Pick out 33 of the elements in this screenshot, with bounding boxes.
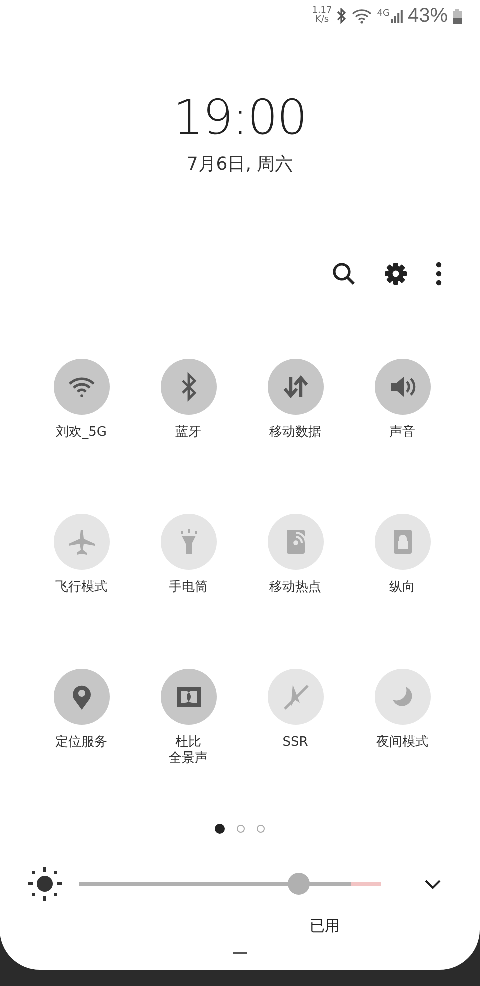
signal-icon: [390, 9, 403, 23]
more-icon[interactable]: [436, 262, 442, 286]
network-speed: 1.17 K/s: [312, 7, 332, 25]
page-dot[interactable]: [237, 825, 245, 833]
tile-label: 全景声: [169, 751, 208, 767]
tile-label: 定位服务: [56, 735, 108, 751]
tile-label: 飞行模式: [56, 580, 108, 596]
usage-text: 已用: [310, 917, 340, 936]
wifi-icon: [352, 8, 372, 24]
tile-label: SSR: [282, 735, 308, 751]
tile-label: 声音: [390, 425, 416, 441]
tile-label: 手电筒: [169, 580, 208, 596]
tile-label: 移动数据: [270, 425, 322, 441]
airplane-icon: [66, 527, 96, 557]
page-dot[interactable]: [215, 824, 225, 834]
tile-label: 刘欢_5G: [56, 425, 107, 441]
page-dot[interactable]: [257, 825, 265, 833]
clock-date: 7月6日, 周六: [186, 153, 294, 176]
chevron-down-icon[interactable]: [424, 878, 442, 890]
drag-handle[interactable]: [233, 952, 247, 954]
network-type: 4G: [377, 9, 390, 19]
battery-icon: [453, 8, 462, 24]
clock-time: 19:00: [173, 90, 307, 146]
tile-label: 纵向: [390, 580, 416, 596]
tile-label: 移动热点: [270, 580, 322, 596]
slider-thumb[interactable]: [288, 873, 310, 895]
battery-percent: 43%: [408, 4, 448, 28]
search-icon[interactable]: [332, 262, 356, 286]
tile-label: 夜间模式: [376, 735, 428, 751]
tile-label: 蓝牙: [176, 425, 202, 441]
tile-label: 杜比: [176, 735, 202, 751]
brightness-icon: [28, 867, 62, 901]
bluetooth-icon: [337, 8, 348, 24]
